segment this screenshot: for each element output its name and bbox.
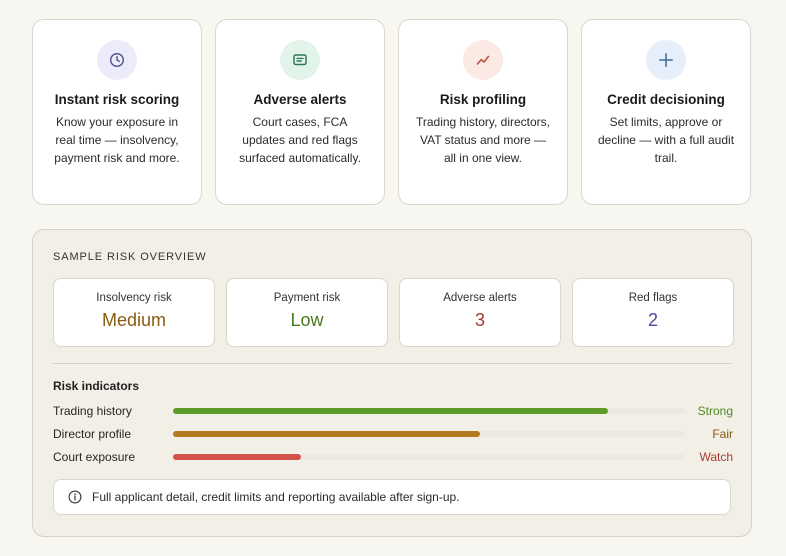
feature-card-credit-decisioning: Credit decisioning Set limits, approve o… — [581, 19, 751, 205]
indicator-court-exposure: Court exposure Watch — [53, 449, 733, 465]
feature-title: Instant risk scoring — [54, 92, 180, 107]
metric-label: Red flags — [628, 292, 678, 304]
message-icon — [293, 54, 307, 66]
indicator-track — [173, 454, 685, 460]
feature-icon-badge — [97, 40, 137, 80]
indicator-label: Director profile — [53, 427, 132, 441]
metric-label: Adverse alerts — [443, 292, 517, 304]
metric-cards: Insolvency risk Medium Payment risk Low … — [53, 278, 734, 347]
indicator-fill — [173, 431, 481, 437]
metric-value: 3 — [474, 310, 485, 330]
trend-icon — [476, 55, 490, 65]
plus-icon — [659, 53, 673, 67]
indicator-track — [173, 408, 685, 414]
indicator-status: Strong — [697, 404, 733, 418]
feature-card-adverse-alerts: Adverse alerts Court cases, FCA updates … — [215, 19, 385, 205]
metric-label: Payment risk — [273, 292, 341, 304]
feature-title: Risk profiling — [439, 92, 527, 107]
info-icon — [68, 490, 82, 504]
signup-notice: Full applicant detail, credit limits and… — [53, 479, 731, 515]
divider — [53, 363, 731, 364]
metric-card-insolvency-risk: Insolvency risk Medium — [53, 278, 215, 347]
feature-cards: Instant risk scoring Know your exposure … — [32, 19, 751, 205]
metric-value: Medium — [101, 310, 167, 330]
feature-description: Court cases, FCA updates and red flags s… — [239, 115, 361, 165]
indicator-status: Watch — [699, 450, 733, 464]
risk-indicators-title: Risk indicators — [53, 379, 140, 393]
indicator-director-profile: Director profile Fair — [53, 426, 733, 442]
feature-title: Credit decisioning — [607, 92, 725, 107]
feature-icon-badge — [646, 40, 686, 80]
overview-title: SAMPLE RISK OVERVIEW — [53, 251, 207, 263]
indicator-status: Fair — [712, 427, 733, 441]
metric-card-adverse-alerts: Adverse alerts 3 — [399, 278, 561, 347]
metric-card-payment-risk: Payment risk Low — [226, 278, 388, 347]
feature-card-instant-risk-scoring: Instant risk scoring Know your exposure … — [32, 19, 202, 205]
indicator-fill — [173, 454, 301, 460]
feature-card-risk-profiling: Risk profiling Trading history, director… — [398, 19, 568, 205]
metric-value: 2 — [647, 310, 658, 330]
metric-card-red-flags: Red flags 2 — [572, 278, 734, 347]
feature-description: Set limits, approve or decline — with a … — [597, 115, 735, 165]
feature-title: Adverse alerts — [253, 92, 347, 107]
feature-description: Trading history, directors, VAT status a… — [415, 115, 551, 165]
indicator-label: Trading history — [53, 404, 132, 418]
indicator-label: Court exposure — [53, 450, 136, 464]
indicator-track — [173, 431, 685, 437]
feature-icon-badge — [463, 40, 503, 80]
sample-risk-overview-panel: SAMPLE RISK OVERVIEW Insolvency risk Med… — [32, 229, 752, 537]
metric-value: Low — [290, 310, 324, 330]
feature-icon-badge — [280, 40, 320, 80]
indicator-fill — [173, 408, 609, 414]
notice-text: Full applicant detail, credit limits and… — [92, 490, 460, 504]
indicator-trading-history: Trading history Strong — [53, 403, 733, 419]
feature-description: Know your exposure in real time — insolv… — [54, 115, 180, 165]
clock-icon — [109, 52, 125, 68]
metric-label: Insolvency risk — [96, 292, 172, 304]
